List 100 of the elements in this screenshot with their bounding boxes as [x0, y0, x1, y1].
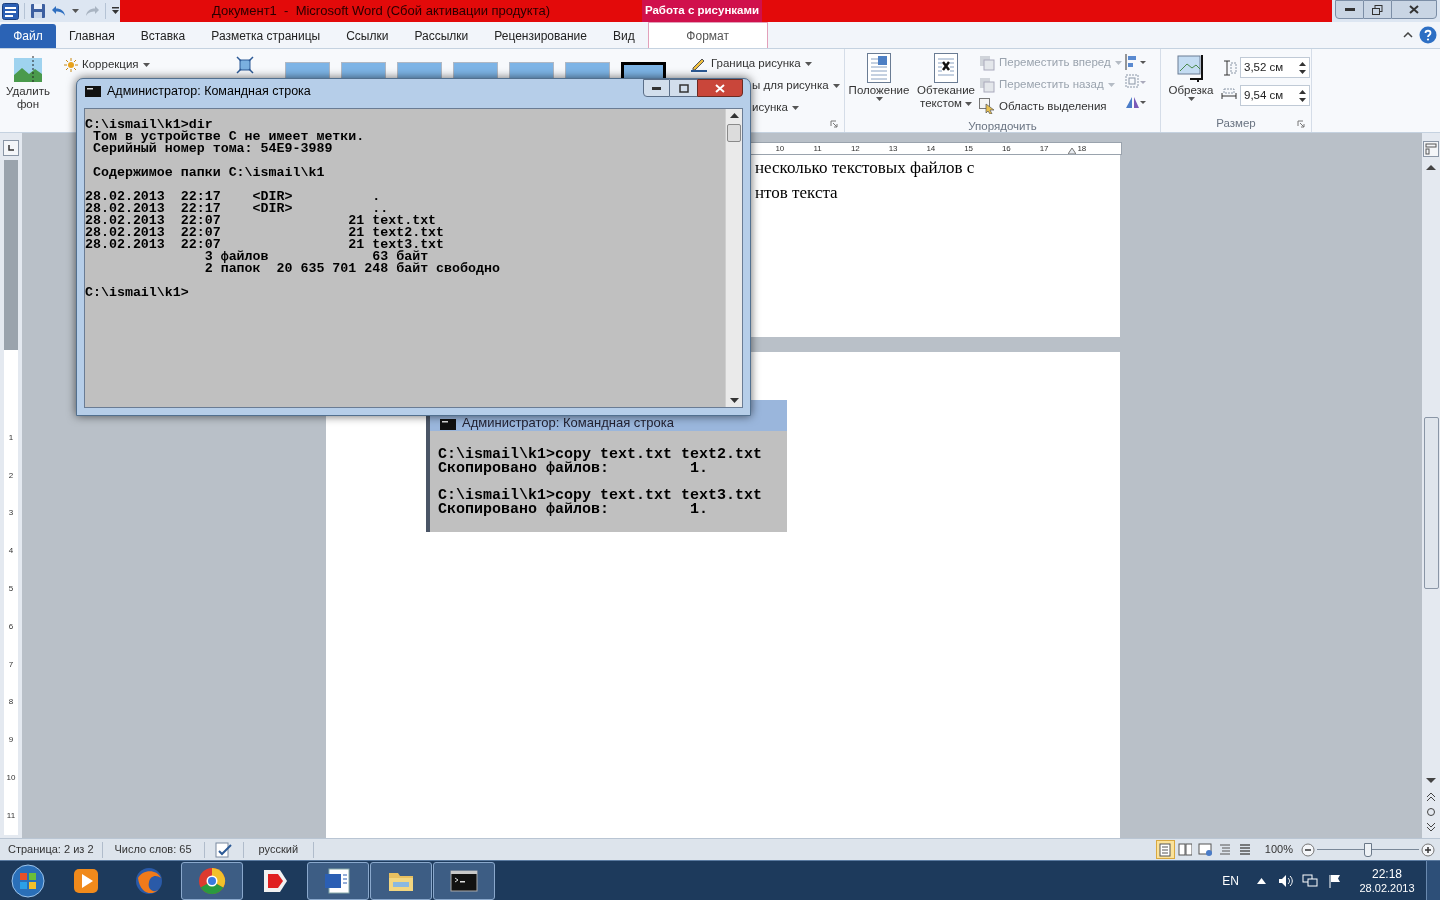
remove-background-button[interactable]: Удалить фон: [0, 49, 56, 132]
ruler-number: 12: [850, 144, 860, 153]
caret-icon: [1187, 97, 1195, 101]
crop-button[interactable]: Обрезка: [1161, 49, 1221, 114]
console-line: 28.02.2013 22:17 <DIR> ..: [85, 203, 389, 215]
view-button[interactable]: [1175, 840, 1195, 859]
maximize-button[interactable]: [670, 79, 697, 97]
style-thumbnail[interactable]: [453, 62, 498, 78]
scroll-down-icon[interactable]: [729, 398, 739, 403]
caret-icon: [964, 101, 972, 106]
language-indicator[interactable]: русский: [243, 839, 314, 860]
ribbon-tab[interactable]: Ссылки: [333, 24, 402, 48]
network-icon[interactable]: [1302, 873, 1318, 888]
zoom-slider[interactable]: [1317, 842, 1419, 857]
style-thumbnail[interactable]: [397, 62, 442, 78]
taskbar-button[interactable]: [181, 861, 243, 900]
height-field[interactable]: 3,52 см: [1240, 57, 1310, 78]
picture-effects-button[interactable]: ы для рисунка: [752, 75, 840, 97]
width-field[interactable]: 9,54 см: [1240, 85, 1310, 106]
wrap-text-button[interactable]: Обтекание текстом: [913, 49, 979, 117]
speaker-icon[interactable]: [1278, 873, 1294, 888]
ribbon-tab[interactable]: Разметка страницы: [198, 24, 334, 48]
ruler-number: 3: [8, 507, 14, 520]
correction-button[interactable]: Коррекция: [64, 56, 150, 74]
height-icon: [1221, 59, 1237, 76]
taskbar-button[interactable]: [370, 861, 432, 900]
style-thumbnail[interactable]: [285, 62, 330, 78]
minimize-button[interactable]: [643, 79, 670, 97]
launcher-icon[interactable]: [1297, 120, 1305, 128]
ribbon-tab[interactable]: Вид: [599, 24, 648, 48]
word-count[interactable]: Число слов: 65: [102, 839, 204, 860]
align-icon[interactable]: [1125, 54, 1147, 70]
close-button[interactable]: [697, 79, 743, 97]
style-thumbnail[interactable]: [509, 62, 554, 78]
console-line: 28.02.2013 22:07 21 text.txt: [85, 215, 437, 227]
style-thumbnail[interactable]: [565, 62, 610, 78]
ruler-number: 4: [8, 545, 14, 558]
restore-icon: [1372, 4, 1383, 15]
next-page-icon[interactable]: [1426, 822, 1436, 832]
view-button[interactable]: [1195, 840, 1215, 859]
picture-icon: [13, 55, 43, 85]
ruler-toggle-icon[interactable]: [1423, 141, 1439, 157]
restore-button[interactable]: [1364, 0, 1391, 19]
console-line: Том в устройстве C не имеет метки.: [91, 131, 366, 143]
taskbar-button[interactable]: [433, 861, 495, 900]
ribbon-tab[interactable]: Формат: [647, 22, 768, 48]
page-icon: [867, 53, 891, 83]
zoom-out-icon[interactable]: [1301, 842, 1315, 857]
ruler-number: 17: [1039, 144, 1049, 153]
view-button[interactable]: [1155, 840, 1175, 859]
group-label: Размер: [1216, 115, 1256, 131]
picture-border-button[interactable]: Граница рисунка: [688, 53, 844, 75]
language-indicator[interactable]: EN: [1222, 871, 1239, 890]
style-thumbnail[interactable]: [621, 62, 666, 78]
minimize-button[interactable]: [1335, 0, 1364, 19]
tab-selector-icon[interactable]: [3, 140, 19, 156]
ribbon-tab[interactable]: Рассылки: [401, 24, 482, 48]
proofing-icon[interactable]: [214, 841, 233, 858]
start-orb-icon: [10, 863, 45, 898]
previous-page-icon[interactable]: [1426, 792, 1436, 802]
window-title: Администратор: Командная строка: [462, 415, 674, 430]
zoom-in-icon[interactable]: [1421, 842, 1435, 857]
clock[interactable]: 22:18 28.02.2013: [1356, 866, 1418, 895]
arrange-command[interactable]: Область выделения: [979, 95, 1125, 117]
save-icon: [30, 3, 46, 19]
picture-layout-button[interactable]: исунка: [752, 97, 799, 119]
draft-icon: [1238, 842, 1253, 857]
page-indicator[interactable]: Страница: 2 из 2: [0, 839, 102, 860]
minimize-icon: [652, 86, 661, 90]
console-line: Серийный номер тома: 54E9-3989: [91, 143, 334, 155]
flag-icon[interactable]: [1328, 873, 1342, 888]
ruler-number: 2: [8, 469, 14, 482]
ribbon-tab[interactable]: Рецензирование: [481, 24, 600, 48]
console-line: 2 папок 20 635 701 248 байт свободно: [203, 263, 501, 275]
show-hidden-icon[interactable]: [1257, 877, 1266, 884]
position-button[interactable]: Положение: [845, 49, 913, 117]
scroll-up-icon[interactable]: [729, 113, 739, 118]
scroll-down-icon[interactable]: [1426, 777, 1436, 784]
scroll-thumb[interactable]: [727, 124, 741, 142]
slider-thumb[interactable]: [1364, 842, 1372, 857]
group-label: Упорядочить: [968, 119, 1037, 134]
reading-icon: [1178, 842, 1193, 857]
ribbon-tab[interactable]: Вставка: [127, 24, 199, 48]
launcher-icon[interactable]: [830, 120, 838, 128]
close-button[interactable]: [1391, 0, 1437, 19]
style-thumbnail[interactable]: [341, 62, 386, 78]
scroll-up-icon[interactable]: [1426, 164, 1436, 171]
scroll-thumb[interactable]: [1423, 417, 1439, 589]
caret-icon: [832, 84, 840, 88]
browse-object-icon[interactable]: [1426, 807, 1436, 817]
help-icon: [1419, 26, 1437, 44]
taskbar-button[interactable]: [307, 861, 369, 900]
console-line: 28.02.2013 22:07 21 text2.txt: [85, 227, 446, 239]
app-icon: [2, 2, 19, 20]
file-tab[interactable]: Файл: [0, 24, 56, 48]
ruler-number: 10: [6, 772, 16, 785]
caret-icon: [791, 106, 799, 110]
customize-icon: [111, 6, 120, 16]
zoom-level[interactable]: 100%: [1264, 841, 1293, 858]
ribbon-tab[interactable]: Главная: [56, 24, 128, 48]
